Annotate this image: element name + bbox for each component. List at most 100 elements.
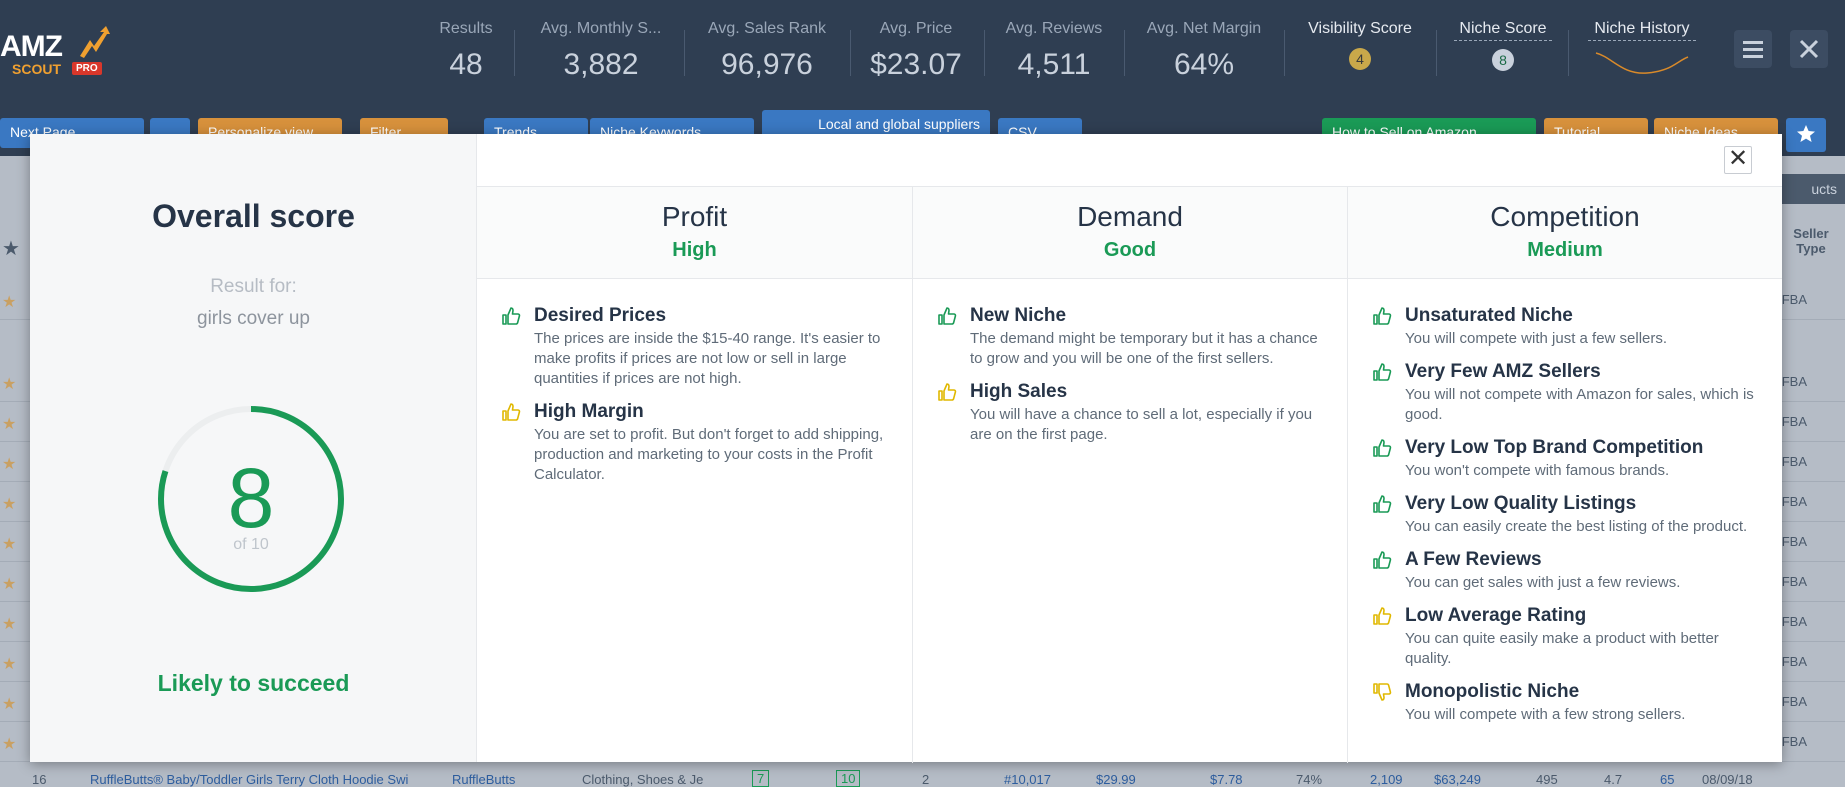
factor-item: Very Few AMZ Sellers You will not compete… (1372, 361, 1764, 425)
stat-label: Avg. Reviews (1005, 20, 1103, 37)
stat-visibility-score[interactable]: Visibility Score 4 (1300, 20, 1420, 70)
stat-label: Niche History (1588, 20, 1696, 41)
column-level: Good (1103, 239, 1157, 261)
stat-avg-monthly-sales[interactable]: Avg. Monthly S... 3,882 (536, 20, 666, 82)
niche-history-sparkline (1595, 52, 1689, 74)
seller-type-cell: FBA (1781, 534, 1807, 549)
divider (514, 30, 515, 76)
thumbs-up-icon (1373, 551, 1392, 569)
thumbs-up-icon (1373, 607, 1392, 625)
demand-column: Demand Good New Niche The demand might be… (912, 187, 1347, 763)
factor-title: A Few Reviews (1405, 549, 1542, 570)
factor-description: You are set to profit. But don't forget … (534, 426, 884, 483)
favorite-star-icon[interactable]: ★ (2, 414, 16, 434)
amzscout-logo[interactable]: AMZ SCOUT PRO (0, 24, 120, 80)
factor-item: A Few Reviews You can get sales with just… (1372, 549, 1764, 593)
table-row[interactable]: 16 RuffleButts® Baby/Toddler Girls Terry… (0, 766, 1845, 787)
factor-description: You can get sales with just a few review… (1405, 574, 1681, 591)
factor-title: Very Low Top Brand Competition (1405, 437, 1704, 458)
score-value: 8 (227, 451, 275, 545)
factor-title: Very Low Quality Listings (1405, 493, 1637, 514)
fee-cell: $7.78 (1210, 772, 1243, 787)
margin-cell: 74% (1296, 772, 1323, 787)
divider (1436, 30, 1437, 76)
factor-title: High Sales (970, 381, 1068, 402)
factor-item: Very Low Top Brand Competition You won't … (1372, 437, 1764, 481)
category-cell: Clothing, Shoes & Je (582, 772, 704, 787)
seller-type-cell: FBA (1781, 694, 1807, 709)
stat-avg-reviews[interactable]: Avg. Reviews 4,511 (1002, 20, 1106, 82)
seller-type-header[interactable]: Seller Type (1791, 226, 1831, 256)
factor-list: Unsaturated Niche You will compete with j… (1348, 279, 1782, 725)
thumbs-up-icon (1373, 307, 1392, 325)
stat-label: Avg. Monthly S... (540, 20, 662, 37)
close-modal-button[interactable]: ✕ (1724, 146, 1752, 174)
factor-item: High Margin You are set to profit. But do… (501, 401, 894, 485)
factor-item: Desired Prices The prices are inside the … (501, 305, 894, 389)
menu-button[interactable] (1734, 30, 1772, 68)
stat-niche-history[interactable]: Niche History (1588, 20, 1696, 82)
logo-arrow-icon (80, 26, 110, 58)
stat-label: Visibility Score (1308, 20, 1412, 37)
factor-list: Desired Prices The prices are inside the … (477, 279, 912, 485)
factor-title: New Niche (970, 305, 1067, 326)
rating-cell: 4.7 (1604, 772, 1623, 787)
factor-description: You will not compete with Amazon for sal… (1405, 386, 1754, 423)
factor-title: Unsaturated Niche (1405, 305, 1573, 326)
stat-avg-sales-rank[interactable]: Avg. Sales Rank 96,976 (704, 20, 830, 82)
stat-results[interactable]: Results 48 (436, 20, 496, 82)
star-column-icon: ★ (2, 238, 20, 260)
stat-niche-score[interactable]: Niche Score 8 (1454, 20, 1552, 71)
thumbs-down-icon (1373, 683, 1392, 701)
factor-description: You will compete with a few strong selle… (1405, 706, 1686, 723)
stat-value: 4,511 (1017, 48, 1091, 81)
favorite-star-icon[interactable]: ★ (2, 614, 16, 634)
thumbs-up-icon (502, 307, 521, 325)
factor-description: You can easily create the best listing o… (1405, 518, 1748, 535)
divider (1124, 30, 1125, 76)
favorite-star-icon[interactable]: ★ (2, 734, 16, 754)
column-header: Competition Medium (1348, 187, 1782, 279)
column-level: High (672, 239, 717, 261)
column-title: Profit (661, 201, 728, 232)
stat-avg-price[interactable]: Avg. Price $23.07 (862, 20, 970, 82)
favorite-star-icon[interactable]: ★ (2, 534, 16, 554)
stat-label: Avg. Price (879, 20, 953, 37)
column-level: Medium (1527, 239, 1603, 261)
visibility-score-badge: 4 (1349, 48, 1371, 70)
column-header: Profit High (477, 187, 912, 279)
reviews-cell: 495 (1536, 772, 1558, 787)
factor-description: The demand might be temporary but it has… (970, 330, 1318, 367)
seller-type-cell: FBA (1781, 454, 1807, 469)
stats-header: AMZ SCOUT PRO Results 48 Avg. Monthly S.… (0, 0, 1845, 100)
niche-score-badge: 8 (1492, 49, 1514, 71)
factor-title: High Margin (534, 401, 644, 422)
favorite-star-icon[interactable]: ★ (2, 292, 16, 312)
favorite-star-icon[interactable]: ★ (2, 694, 16, 714)
stat-value: 64% (1173, 48, 1235, 81)
seller-type-cell: FBA (1781, 494, 1807, 509)
price-cell: $29.99 (1096, 772, 1136, 787)
thumbs-up-icon (1373, 363, 1392, 381)
seller-type-cell: FBA (1781, 654, 1807, 669)
close-app-button[interactable] (1790, 30, 1828, 68)
favorite-star-icon[interactable]: ★ (2, 374, 16, 394)
thumbs-up-icon (502, 403, 521, 421)
factor-title: Monopolistic Niche (1405, 681, 1580, 702)
brand-link[interactable]: RuffleButts (452, 772, 515, 787)
favorite-button[interactable] (1786, 118, 1826, 152)
product-name-link[interactable]: RuffleButts® Baby/Toddler Girls Terry Cl… (90, 772, 408, 787)
factor-item: Low Average Rating You can quite easily m… (1372, 605, 1764, 669)
favorite-star-icon[interactable]: ★ (2, 654, 16, 674)
factor-description: You won't compete with famous brands. (1405, 462, 1670, 479)
thumbs-up-icon (1373, 439, 1392, 457)
stat-avg-net-margin[interactable]: Avg. Net Margin 64% (1146, 20, 1262, 82)
favorite-star-icon[interactable]: ★ (2, 454, 16, 474)
favorite-star-icon[interactable]: ★ (2, 574, 16, 594)
favorite-star-icon[interactable]: ★ (2, 494, 16, 514)
seller-type-cell: FBA (1781, 614, 1807, 629)
factor-description: You can quite easily make a product with… (1405, 630, 1719, 667)
row-number: 16 (32, 772, 47, 787)
divider (684, 30, 685, 76)
logo-amz-text: AMZ (0, 30, 63, 63)
